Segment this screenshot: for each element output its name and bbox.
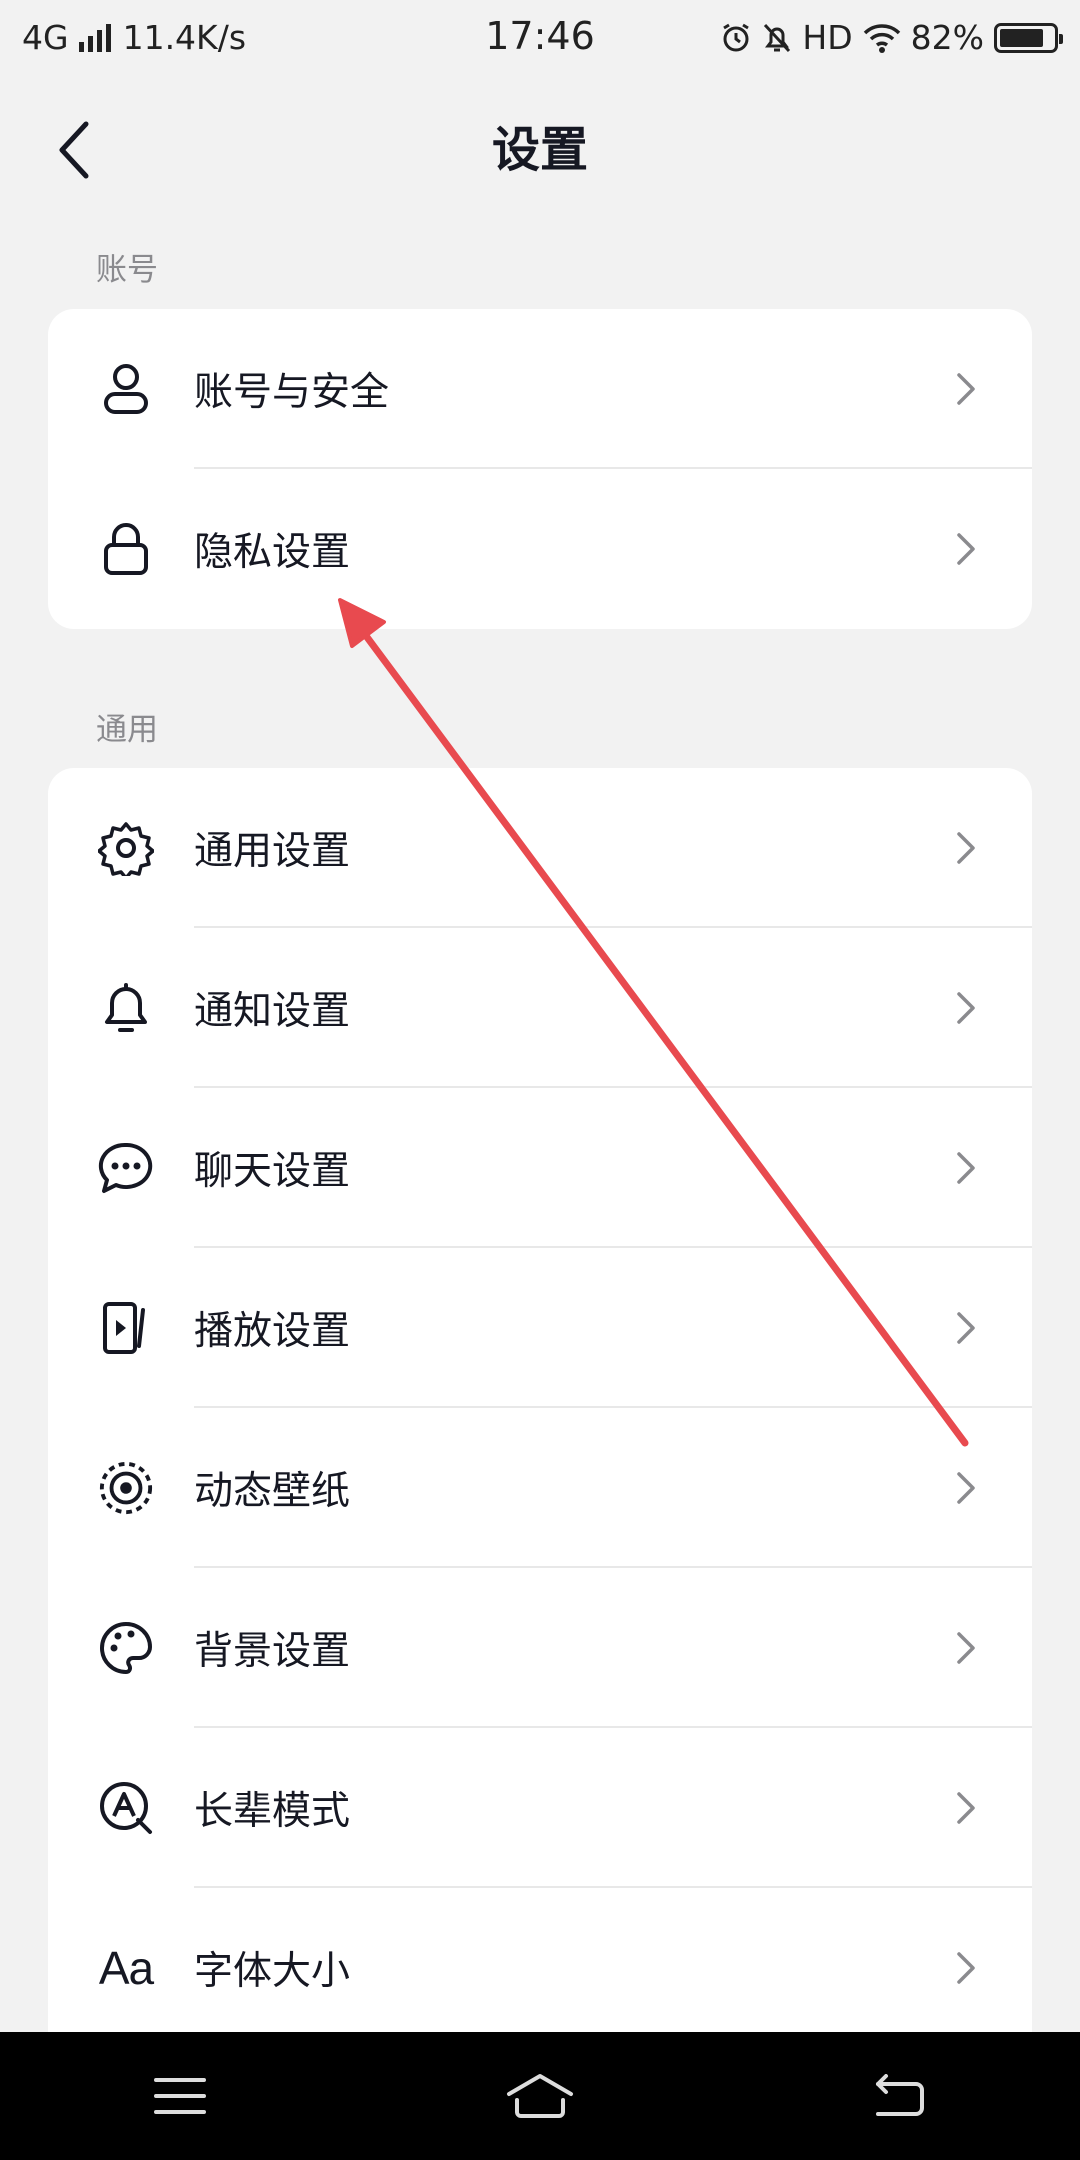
chevron-right-icon xyxy=(952,988,980,1028)
settings-row-account-security[interactable]: 账号与安全 xyxy=(48,309,1032,469)
chevron-right-icon xyxy=(952,529,980,569)
chevron-right-icon xyxy=(952,1628,980,1668)
battery-level xyxy=(1000,28,1043,47)
chevron-right-icon xyxy=(952,369,980,409)
back-nav-button[interactable] xyxy=(840,2056,960,2136)
person-icon xyxy=(98,361,154,417)
general-card: 通用设置 通知设置 聊天设置 播放设置 动态壁纸 背景设置 长辈模式 Aa 字体… xyxy=(48,768,1032,2058)
settings-row-font-size[interactable]: Aa 字体大小 xyxy=(48,1888,1032,2048)
status-bar-left: 4G 11.4K/s xyxy=(22,18,246,57)
settings-row-dynamic-wallpaper[interactable]: 动态壁纸 xyxy=(48,1408,1032,1568)
settings-row-general[interactable]: 通用设置 xyxy=(48,768,1032,928)
row-label: 通知设置 xyxy=(194,989,351,1034)
settings-row-privacy[interactable]: 隐私设置 xyxy=(48,469,1032,629)
play-screen-icon xyxy=(98,1300,154,1356)
gear-icon xyxy=(98,820,154,876)
settings-row-playback[interactable]: 播放设置 xyxy=(48,1248,1032,1408)
row-label: 通用设置 xyxy=(194,829,351,874)
battery-percent: 82% xyxy=(910,18,984,57)
dynamic-wallpaper-icon xyxy=(98,1460,154,1516)
chevron-right-icon xyxy=(952,1948,980,1988)
row-label: 播放设置 xyxy=(194,1309,351,1354)
section-label-general: 通用 xyxy=(96,712,158,748)
status-bar-right: HD 82% xyxy=(720,18,1063,57)
battery-icon xyxy=(994,22,1063,53)
palette-icon xyxy=(98,1620,154,1676)
alarm-icon xyxy=(723,23,750,51)
chevron-right-icon xyxy=(952,1788,980,1828)
row-label: 账号与安全 xyxy=(194,370,390,415)
settings-row-notifications[interactable]: 通知设置 xyxy=(48,928,1032,1088)
row-label: 隐私设置 xyxy=(194,530,351,575)
mute-bell-icon xyxy=(764,23,791,52)
system-nav-bar xyxy=(0,2032,1080,2160)
hd-indicator: HD xyxy=(802,18,853,57)
row-label: 动态壁纸 xyxy=(194,1469,351,1514)
chevron-right-icon xyxy=(952,1308,980,1348)
row-label: 背景设置 xyxy=(194,1629,351,1674)
section-label-account: 账号 xyxy=(96,252,158,288)
network-speed: 11.4K/s xyxy=(122,18,247,57)
home-button[interactable] xyxy=(480,2056,600,2136)
chevron-right-icon xyxy=(952,1468,980,1508)
bell-icon xyxy=(98,980,154,1036)
wifi-icon xyxy=(863,23,900,53)
menu-button[interactable] xyxy=(120,2056,240,2136)
header: 设置 xyxy=(0,75,1080,225)
chevron-right-icon xyxy=(952,1148,980,1188)
font-size-icon: Aa xyxy=(98,1942,154,1994)
settings-row-background[interactable]: 背景设置 xyxy=(48,1568,1032,1728)
home-icon xyxy=(507,2074,573,2118)
status-bar: 4G 11.4K/s 17:46 HD 82% xyxy=(0,0,1080,75)
row-label: 字体大小 xyxy=(194,1949,351,1994)
menu-icon xyxy=(154,2078,206,2114)
lock-icon xyxy=(98,521,154,577)
settings-row-chat[interactable]: 聊天设置 xyxy=(48,1088,1032,1248)
chevron-right-icon xyxy=(952,828,980,868)
row-label: 聊天设置 xyxy=(194,1149,351,1194)
row-label: 长辈模式 xyxy=(194,1789,351,1834)
signal-icon xyxy=(78,23,111,52)
chat-bubble-icon xyxy=(98,1140,154,1196)
back-icon xyxy=(876,2074,924,2116)
account-card: 账号与安全 隐私设置 xyxy=(48,309,1032,629)
page-title: 设置 xyxy=(491,122,588,178)
clock: 17:46 xyxy=(485,14,595,58)
settings-row-elder-mode[interactable]: 长辈模式 xyxy=(48,1728,1032,1888)
network-type: 4G xyxy=(22,18,69,57)
elder-mode-icon xyxy=(98,1780,154,1836)
